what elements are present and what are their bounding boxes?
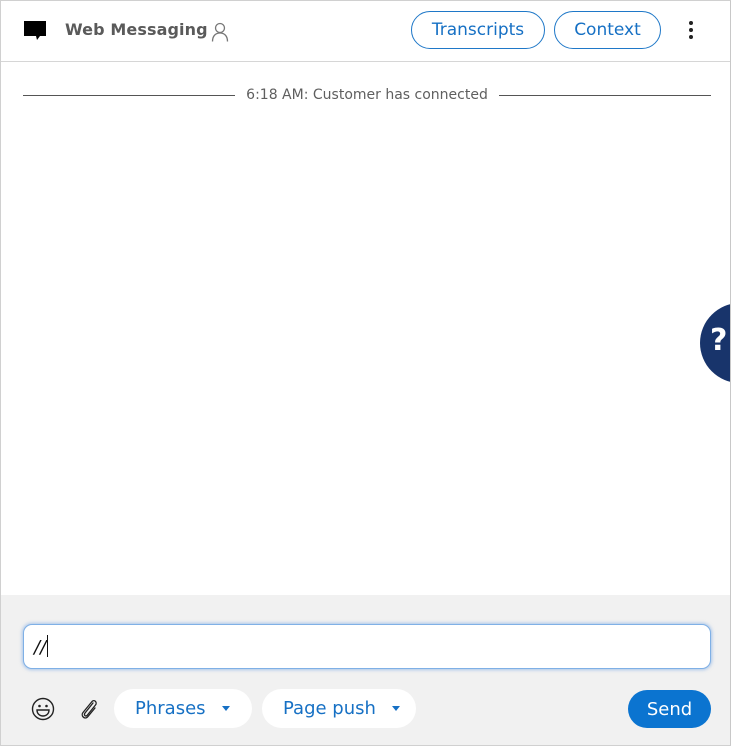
divider-left — [23, 94, 236, 96]
composer-area: // Phrases Page push Send — [1, 595, 730, 745]
transcripts-button[interactable]: Transcripts — [411, 11, 545, 49]
user-icon[interactable] — [211, 22, 229, 42]
phrases-dropdown[interactable]: Phrases — [114, 689, 252, 728]
paperclip-icon[interactable] — [78, 697, 100, 721]
page-push-dropdown[interactable]: Page push — [262, 689, 416, 728]
text-caret — [47, 635, 49, 657]
message-input-value: // — [34, 637, 47, 658]
header-bar: Web Messaging Transcripts Context — [1, 1, 730, 62]
message-input[interactable]: // — [23, 624, 711, 669]
chevron-down-icon — [221, 706, 230, 711]
context-button[interactable]: Context — [554, 11, 661, 49]
question-mark-icon: ? — [710, 323, 728, 358]
phrases-label: Phrases — [135, 698, 206, 719]
emoji-icon[interactable] — [31, 697, 55, 721]
chevron-down-icon — [391, 706, 400, 711]
divider-right — [498, 94, 712, 96]
kebab-menu-icon[interactable] — [683, 19, 699, 43]
send-button[interactable]: Send — [628, 690, 711, 728]
help-button[interactable]: ? — [700, 303, 730, 383]
messaging-panel: Web Messaging Transcripts Context 6:18 A… — [0, 0, 731, 746]
connection-status-event: 6:18 AM: Customer has connected — [23, 85, 712, 105]
status-text: 6:18 AM: Customer has connected — [246, 87, 488, 103]
page-push-label: Page push — [283, 698, 376, 719]
channel-title: Web Messaging — [65, 20, 208, 39]
chat-bubble-icon — [24, 21, 46, 40]
